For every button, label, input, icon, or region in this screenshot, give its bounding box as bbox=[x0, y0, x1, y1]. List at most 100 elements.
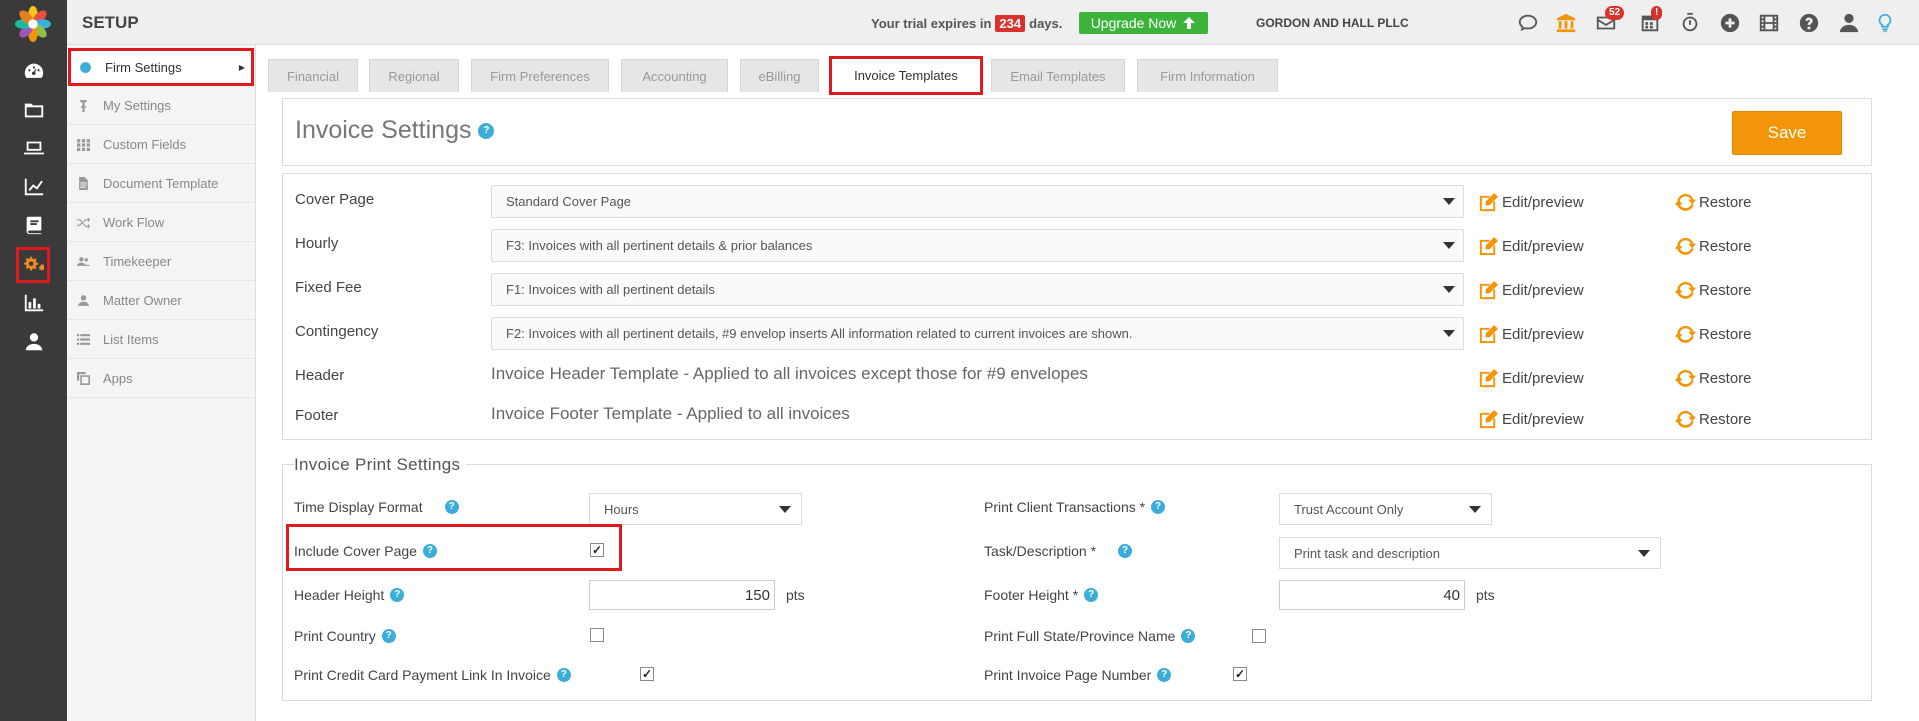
edit-icon bbox=[1479, 368, 1499, 388]
help-icon[interactable]: ? bbox=[1084, 588, 1099, 602]
page-number-checkbox[interactable] bbox=[1233, 667, 1247, 681]
chat-bubble-icon[interactable] bbox=[1515, 10, 1541, 36]
header-height-input[interactable]: 150 bbox=[589, 580, 775, 610]
help-icon[interactable]: ? bbox=[1181, 629, 1196, 643]
stopwatch-icon[interactable] bbox=[1677, 10, 1703, 36]
tab-firm-preferences[interactable]: Firm Preferences bbox=[471, 59, 609, 92]
tab-firm-information[interactable]: Firm Information bbox=[1137, 59, 1278, 92]
footer-height-input[interactable]: 40 bbox=[1279, 580, 1465, 610]
page-number-label: Print Invoice Page Number ? bbox=[984, 667, 1172, 683]
tab-accounting[interactable]: Accounting bbox=[621, 59, 728, 92]
restore-link[interactable]: Restore bbox=[1675, 192, 1752, 213]
sidebar-item-firm-settings[interactable]: Firm Settings ▶ bbox=[68, 48, 254, 86]
client-transactions-select[interactable]: Trust Account Only bbox=[1279, 493, 1492, 525]
edit-preview-link[interactable]: Edit/preview bbox=[1478, 368, 1584, 389]
user-profile-icon[interactable] bbox=[1836, 10, 1862, 36]
time-display-format-text: Time Display Format bbox=[294, 499, 423, 515]
edit-icon bbox=[1479, 192, 1499, 212]
refresh-icon bbox=[1675, 410, 1696, 428]
credit-card-link-checkbox[interactable] bbox=[640, 667, 654, 681]
credit-card-link-label: Print Credit Card Payment Link In Invoic… bbox=[294, 667, 571, 683]
edit-preview-link[interactable]: Edit/preview bbox=[1478, 324, 1584, 345]
edit-preview-link[interactable]: Edit/preview bbox=[1478, 236, 1584, 257]
tab-financial[interactable]: Financial bbox=[268, 59, 358, 92]
line-chart-icon[interactable] bbox=[21, 174, 47, 200]
fixed-fee-select[interactable]: F1: Invoices with all pertinent details bbox=[491, 273, 1464, 306]
footer-height-text: Footer Height * bbox=[984, 587, 1079, 603]
help-icon[interactable]: ? bbox=[478, 123, 495, 140]
upgrade-now-button[interactable]: Upgrade Now bbox=[1079, 12, 1208, 34]
sidebar-item-timekeeper[interactable]: Timekeeper bbox=[67, 243, 256, 281]
hourly-select[interactable]: F3: Invoices with all pertinent details … bbox=[491, 229, 1464, 262]
sidebar-item-my-settings[interactable]: My Settings bbox=[67, 87, 256, 125]
cover-page-select[interactable]: Standard Cover Page bbox=[491, 185, 1464, 218]
sidebar-item-work-flow[interactable]: Work Flow bbox=[67, 204, 256, 242]
settings-gears-icon[interactable] bbox=[16, 247, 50, 283]
laptop-icon[interactable] bbox=[21, 135, 47, 161]
edit-preview-link[interactable]: Edit/preview bbox=[1478, 280, 1584, 301]
bank-icon[interactable] bbox=[1553, 10, 1579, 36]
task-description-select[interactable]: Print task and description bbox=[1279, 537, 1661, 569]
book-icon[interactable] bbox=[21, 212, 47, 238]
restore-link[interactable]: Restore bbox=[1675, 368, 1752, 389]
help-icon[interactable]: ? bbox=[1151, 500, 1166, 514]
refresh-icon bbox=[1675, 369, 1696, 387]
caret-down-icon bbox=[1443, 286, 1455, 293]
edit-preview-link[interactable]: Edit/preview bbox=[1478, 192, 1584, 213]
tab-ebilling[interactable]: eBilling bbox=[740, 59, 819, 92]
restore-link[interactable]: Restore bbox=[1675, 236, 1752, 257]
restore-link[interactable]: Restore bbox=[1675, 409, 1752, 430]
contingency-select[interactable]: F2: Invoices with all pertinent details,… bbox=[491, 317, 1464, 350]
mail-icon[interactable]: 52 bbox=[1593, 6, 1625, 36]
hourly-value: F3: Invoices with all pertinent details … bbox=[506, 238, 813, 253]
lightbulb-icon[interactable] bbox=[1872, 10, 1898, 36]
trial-suffix: days. bbox=[1029, 16, 1063, 31]
edit-preview-label: Edit/preview bbox=[1502, 238, 1584, 255]
sidebar-item-apps[interactable]: Apps bbox=[67, 360, 256, 398]
help-icon[interactable]: ? bbox=[381, 629, 396, 643]
help-icon[interactable]: ? bbox=[1118, 544, 1133, 558]
bar-chart-icon[interactable] bbox=[21, 290, 47, 316]
save-button[interactable]: Save bbox=[1732, 111, 1842, 155]
restore-link[interactable]: Restore bbox=[1675, 280, 1752, 301]
restore-label: Restore bbox=[1699, 282, 1752, 299]
help-icon[interactable]: ? bbox=[390, 588, 405, 602]
film-icon[interactable] bbox=[1756, 10, 1782, 36]
mail-count-badge: 52 bbox=[1605, 6, 1625, 20]
sidebar-item-custom-fields[interactable]: Custom Fields bbox=[67, 126, 256, 164]
restore-label: Restore bbox=[1699, 326, 1752, 343]
refresh-icon bbox=[1675, 325, 1696, 343]
edit-preview-link[interactable]: Edit/preview bbox=[1478, 409, 1584, 430]
time-display-format-select[interactable]: Hours bbox=[589, 493, 802, 525]
print-settings-title: Invoice Print Settings bbox=[294, 455, 467, 475]
dot-icon bbox=[77, 59, 93, 75]
header-template-text: Invoice Header Template - Applied to all… bbox=[491, 364, 1088, 383]
edit-icon bbox=[1479, 324, 1499, 344]
tab-email-templates[interactable]: Email Templates bbox=[991, 59, 1125, 92]
caret-down-icon bbox=[1443, 330, 1455, 337]
upgrade-label: Upgrade Now bbox=[1090, 15, 1177, 31]
sidebar-item-document-template[interactable]: Document Template bbox=[67, 165, 256, 203]
edit-preview-label: Edit/preview bbox=[1502, 370, 1584, 387]
app-logo-icon[interactable] bbox=[14, 5, 52, 43]
folder-icon[interactable] bbox=[21, 97, 47, 123]
calendar-icon[interactable]: ! bbox=[1637, 6, 1663, 36]
sidebar-item-list-items[interactable]: List Items bbox=[67, 321, 256, 359]
sidebar-item-matter-owner[interactable]: Matter Owner bbox=[67, 282, 256, 320]
full-state-name-checkbox[interactable] bbox=[1252, 629, 1266, 643]
full-state-name-label: Print Full State/Province Name ? bbox=[984, 628, 1196, 644]
tab-regional[interactable]: Regional bbox=[369, 59, 459, 92]
help-icon[interactable]: ? bbox=[1157, 668, 1172, 682]
help-icon[interactable]: ? bbox=[444, 500, 459, 514]
help-icon[interactable]: ? bbox=[556, 668, 571, 682]
help-circle-icon[interactable] bbox=[1796, 10, 1822, 36]
print-country-checkbox[interactable] bbox=[590, 628, 604, 642]
dashboard-icon[interactable] bbox=[21, 58, 47, 84]
restore-link[interactable]: Restore bbox=[1675, 324, 1752, 345]
trial-notice: Your trial expires in 234 days. bbox=[871, 15, 1062, 32]
person-icon[interactable] bbox=[21, 329, 47, 355]
tab-invoice-templates[interactable]: Invoice Templates bbox=[829, 56, 983, 95]
edit-icon bbox=[1479, 236, 1499, 256]
user-icon bbox=[75, 293, 91, 309]
add-circle-icon[interactable] bbox=[1717, 10, 1743, 36]
